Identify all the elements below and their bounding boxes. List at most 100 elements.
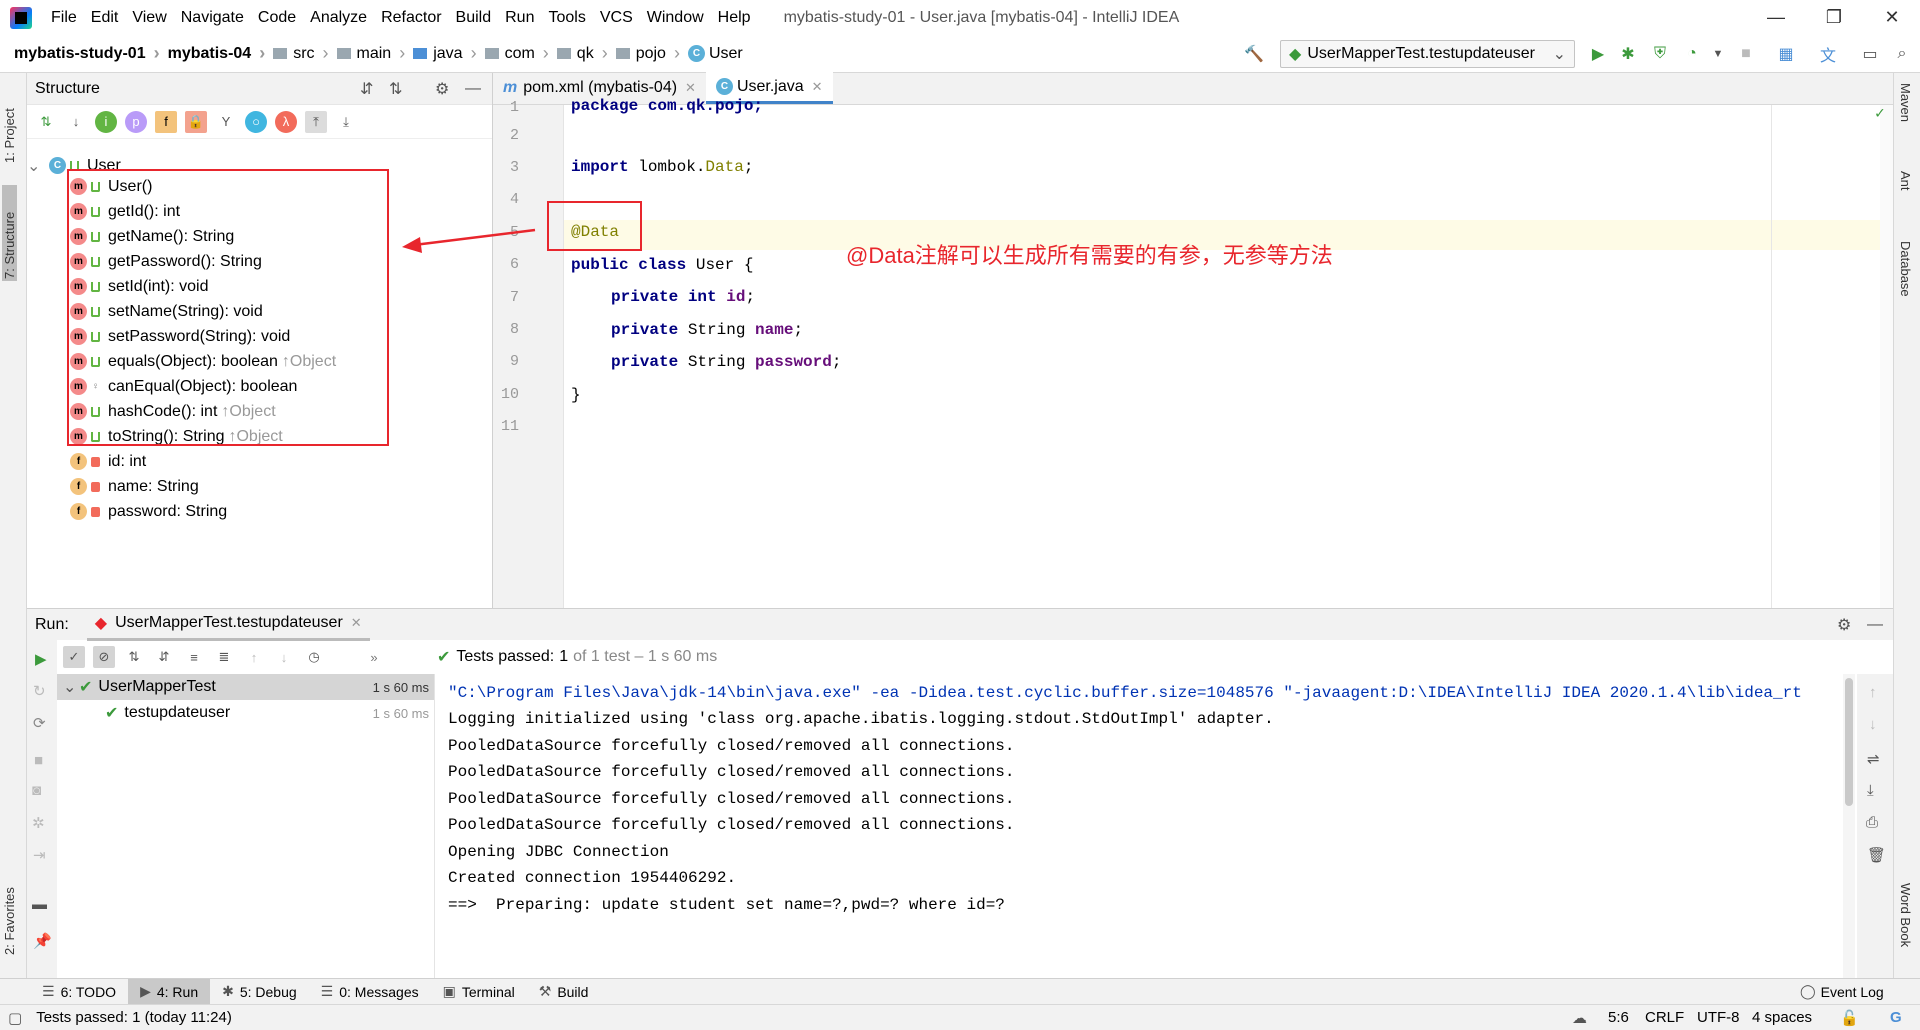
camera-icon[interactable]: ◙: [32, 782, 41, 799]
presentation-icon[interactable]: ▭: [1860, 44, 1880, 64]
wordbook-tool-tab[interactable]: Word Book: [1898, 883, 1913, 947]
rerun-icon[interactable]: ▶: [35, 650, 47, 668]
terminal-tool-tab[interactable]: ▣ Terminal: [431, 979, 527, 1005]
project-tool-tab[interactable]: 1: Project: [2, 81, 17, 163]
show-anonymous-icon[interactable]: ○: [245, 110, 267, 133]
layout-icon[interactable]: ▬: [32, 896, 47, 913]
menu-help[interactable]: Help: [711, 9, 758, 27]
coverage-icon[interactable]: ⛨: [1650, 44, 1670, 64]
stop-icon[interactable]: ■: [34, 752, 43, 769]
structure-tool-tab[interactable]: 7: Structure: [2, 185, 17, 281]
field-row[interactable]: f name: String: [70, 474, 199, 499]
google-icon[interactable]: G: [1890, 1009, 1902, 1026]
run-configuration-select[interactable]: ◆ UserMapperTest.testupdateuser ⌄: [1280, 40, 1575, 68]
pin-icon[interactable]: 📌: [33, 932, 52, 950]
maven-tool-tab[interactable]: Maven: [1898, 83, 1913, 122]
menu-code[interactable]: Code: [251, 9, 303, 27]
menu-edit[interactable]: Edit: [84, 9, 126, 27]
breadcrumb-java[interactable]: java ›: [405, 43, 477, 64]
menu-navigate[interactable]: Navigate: [174, 9, 251, 27]
previous-test-icon[interactable]: ↑: [243, 646, 265, 668]
build-hammer-icon[interactable]: 🔨: [1244, 44, 1264, 64]
breadcrumb-src[interactable]: src ›: [265, 43, 329, 64]
expand-all-icon[interactable]: ⇵: [360, 79, 373, 99]
sort-by-visibility-icon[interactable]: ⇅: [35, 111, 57, 133]
field-row[interactable]: f id: int: [70, 449, 146, 474]
show-inherited-icon[interactable]: i: [95, 110, 117, 133]
exit-icon[interactable]: ⇥: [33, 846, 46, 864]
test-history-icon[interactable]: ◷: [303, 646, 325, 668]
down-arrow-icon[interactable]: ↓: [1869, 716, 1877, 733]
indent-setting[interactable]: 4 spaces: [1752, 1009, 1812, 1026]
more-icon[interactable]: »: [363, 646, 385, 668]
profile-dropdown-icon[interactable]: ▼: [1708, 44, 1728, 64]
status-toggle-icon[interactable]: ▢: [8, 1009, 22, 1027]
line-separator[interactable]: CRLF: [1645, 1009, 1684, 1026]
debug-icon[interactable]: ✱: [1618, 44, 1638, 64]
show-non-public-icon[interactable]: 🔒: [185, 110, 207, 133]
breadcrumb-user[interactable]: C User: [680, 45, 743, 63]
hide-panel-icon[interactable]: —: [1867, 616, 1883, 634]
debug-tool-tab[interactable]: ✱ 5: Debug: [210, 979, 309, 1005]
caret-position[interactable]: 5:6: [1608, 1009, 1629, 1026]
restore-button[interactable]: ❐: [1805, 0, 1863, 35]
menu-analyze[interactable]: Analyze: [303, 9, 374, 27]
ant-tool-tab[interactable]: Ant: [1898, 171, 1913, 191]
messages-tool-tab[interactable]: ☰ 0: Messages: [309, 979, 431, 1005]
sort-by-duration-icon[interactable]: ⇵: [153, 646, 175, 668]
gear-icon[interactable]: ⚙: [1837, 615, 1851, 635]
file-encoding[interactable]: UTF-8: [1697, 1009, 1740, 1026]
hide-panel-icon[interactable]: —: [465, 80, 481, 98]
editor-scrollbar[interactable]: [1880, 105, 1893, 608]
print-icon[interactable]: ⎙: [1866, 814, 1878, 831]
autoscroll-to-source-icon[interactable]: ⤒: [305, 110, 327, 133]
show-lambdas-icon[interactable]: Y: [215, 111, 237, 133]
autoscroll-from-source-icon[interactable]: ⤓: [335, 111, 357, 133]
show-fields-icon[interactable]: f: [155, 110, 177, 133]
scroll-to-end-icon[interactable]: ⤓: [1867, 782, 1874, 799]
minimize-button[interactable]: —: [1747, 0, 1805, 35]
close-window-button[interactable]: ✕: [1863, 0, 1920, 35]
run-tool-tab[interactable]: ▶ 4: Run: [128, 978, 211, 1005]
breadcrumb-com[interactable]: com ›: [477, 43, 549, 64]
trash-icon[interactable]: 🗑: [1867, 846, 1886, 864]
breadcrumb-qk[interactable]: qk ›: [549, 43, 608, 64]
project-structure-icon[interactable]: ▦: [1776, 44, 1796, 64]
breadcrumb-project[interactable]: mybatis-study-01 ›: [0, 43, 160, 64]
soft-wrap-icon[interactable]: ⇌: [1867, 750, 1880, 768]
run-icon[interactable]: ▶: [1588, 44, 1608, 64]
sort-alphabetically-icon[interactable]: ↓: [65, 111, 87, 133]
close-tab-icon[interactable]: ✕: [351, 615, 362, 631]
collapse-all-icon[interactable]: ≣: [213, 646, 235, 668]
settings-small-icon[interactable]: ✲: [32, 814, 45, 832]
event-log-tool-tab[interactable]: ◯ Event Log: [1788, 979, 1896, 1005]
show-ignored-icon[interactable]: ⊘: [93, 646, 115, 668]
breadcrumb-module[interactable]: mybatis-04 ›: [160, 43, 266, 64]
breadcrumb-main[interactable]: main ›: [329, 43, 405, 64]
show-properties-icon[interactable]: p: [125, 110, 147, 133]
sort-alphabetically-icon[interactable]: ⇅: [123, 646, 145, 668]
lock-icon[interactable]: 🔓: [1840, 1009, 1859, 1027]
menu-refactor[interactable]: Refactor: [374, 9, 448, 27]
menu-build[interactable]: Build: [449, 9, 499, 27]
expand-all-icon[interactable]: ≡: [183, 646, 205, 668]
build-tool-tab[interactable]: ⚒ Build: [527, 979, 601, 1005]
chevron-down-icon[interactable]: ⌄: [27, 156, 45, 176]
next-test-icon[interactable]: ↓: [273, 646, 295, 668]
status-message[interactable]: Tests passed: 1 (today 11:24): [36, 1009, 232, 1026]
network-icon[interactable]: ☁: [1572, 1009, 1587, 1027]
toggle-autotest-icon[interactable]: ⟳: [33, 714, 46, 732]
console-output[interactable]: "C:\Program Files\Java\jdk-14\bin\java.e…: [437, 674, 1857, 978]
run-tab[interactable]: ◆ UserMapperTest.testupdateuser ✕: [86, 609, 370, 641]
stop-icon[interactable]: ■: [1736, 44, 1756, 64]
field-row[interactable]: f password: String: [70, 499, 227, 524]
gear-icon[interactable]: ⚙: [435, 79, 449, 99]
collapse-all-icon[interactable]: ⇅: [389, 79, 402, 99]
up-arrow-icon[interactable]: ↑: [1869, 684, 1877, 701]
show-passed-icon[interactable]: ✓: [63, 646, 85, 668]
favorites-tool-tab[interactable]: 2: Favorites: [2, 865, 17, 955]
lambda-icon[interactable]: λ: [275, 110, 297, 133]
todo-tool-tab[interactable]: ☰ 6: TODO: [30, 979, 128, 1005]
database-tool-tab[interactable]: Database: [1898, 241, 1913, 297]
code-editor[interactable]: 1 2 3 4 5 6 7 8 9 10 11 package com.qk.p…: [493, 97, 1893, 608]
